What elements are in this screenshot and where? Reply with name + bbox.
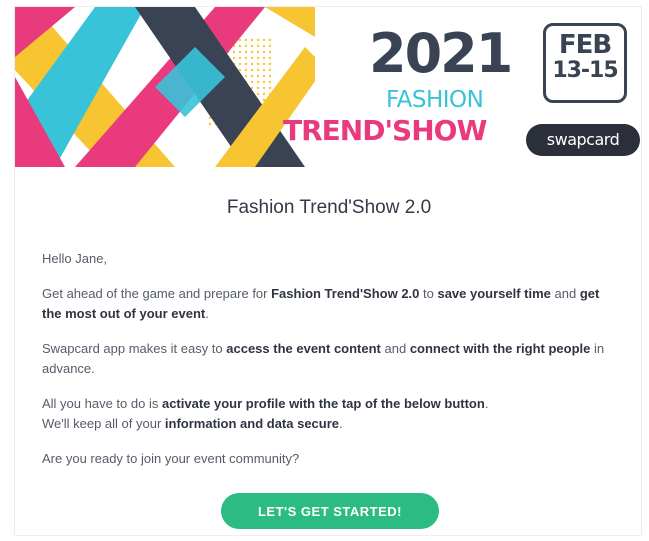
event-date-month: FEB	[558, 30, 612, 60]
email-title: Fashion Trend'Show 2.0	[226, 197, 432, 218]
swapcard-logo: swapcard	[526, 124, 640, 156]
text-span: .	[205, 306, 209, 321]
event-name-line2: TREND'SHOW	[283, 114, 487, 147]
paragraph-app: Swapcard app makes it easy to access the…	[42, 339, 622, 379]
paragraph-intro: Get ahead of the game and prepare for Fa…	[42, 284, 622, 324]
bold-span: connect with the right people	[409, 341, 591, 356]
greeting: Hello Jane,	[42, 251, 108, 266]
text-span: and	[550, 286, 580, 301]
text-span: We'll keep all of your	[42, 416, 165, 431]
text-span: .	[339, 416, 343, 431]
bold-span: access the event content	[226, 341, 381, 356]
event-date-badge: FEB 13-15	[543, 23, 627, 103]
bold-span: activate your profile with the tap of th…	[161, 396, 485, 411]
paragraph-question: Are you ready to join your event communi…	[42, 451, 300, 466]
text-span: Get ahead of the game and prepare for	[42, 286, 272, 301]
event-date-days: 13-15	[552, 58, 618, 84]
event-banner: 2021 FASHION TREND'SHOW FEB 13-15 swapca…	[15, 7, 641, 167]
paragraph-activate: All you have to do is activate your prof…	[42, 394, 622, 434]
event-year: 2021	[369, 22, 513, 85]
event-name-line1: FASHION	[386, 87, 484, 113]
bold-span: save yourself time	[437, 286, 551, 301]
banner-artwork	[15, 7, 315, 167]
email-body: Hello Jane, Get ahead of the game and pr…	[42, 249, 622, 484]
text-span: .	[484, 396, 489, 411]
bold-span: information and data secure	[164, 416, 340, 431]
email-card: 2021 FASHION TREND'SHOW FEB 13-15 swapca…	[14, 6, 642, 536]
get-started-button[interactable]: LET'S GET STARTED!	[221, 493, 439, 529]
text-span: to	[419, 286, 438, 301]
text-span: and	[380, 341, 410, 356]
bold-span: Fashion Trend'Show 2.0	[271, 286, 420, 301]
text-span: All you have to do is	[42, 396, 162, 411]
text-span: Swapcard app makes it easy to	[42, 341, 227, 356]
